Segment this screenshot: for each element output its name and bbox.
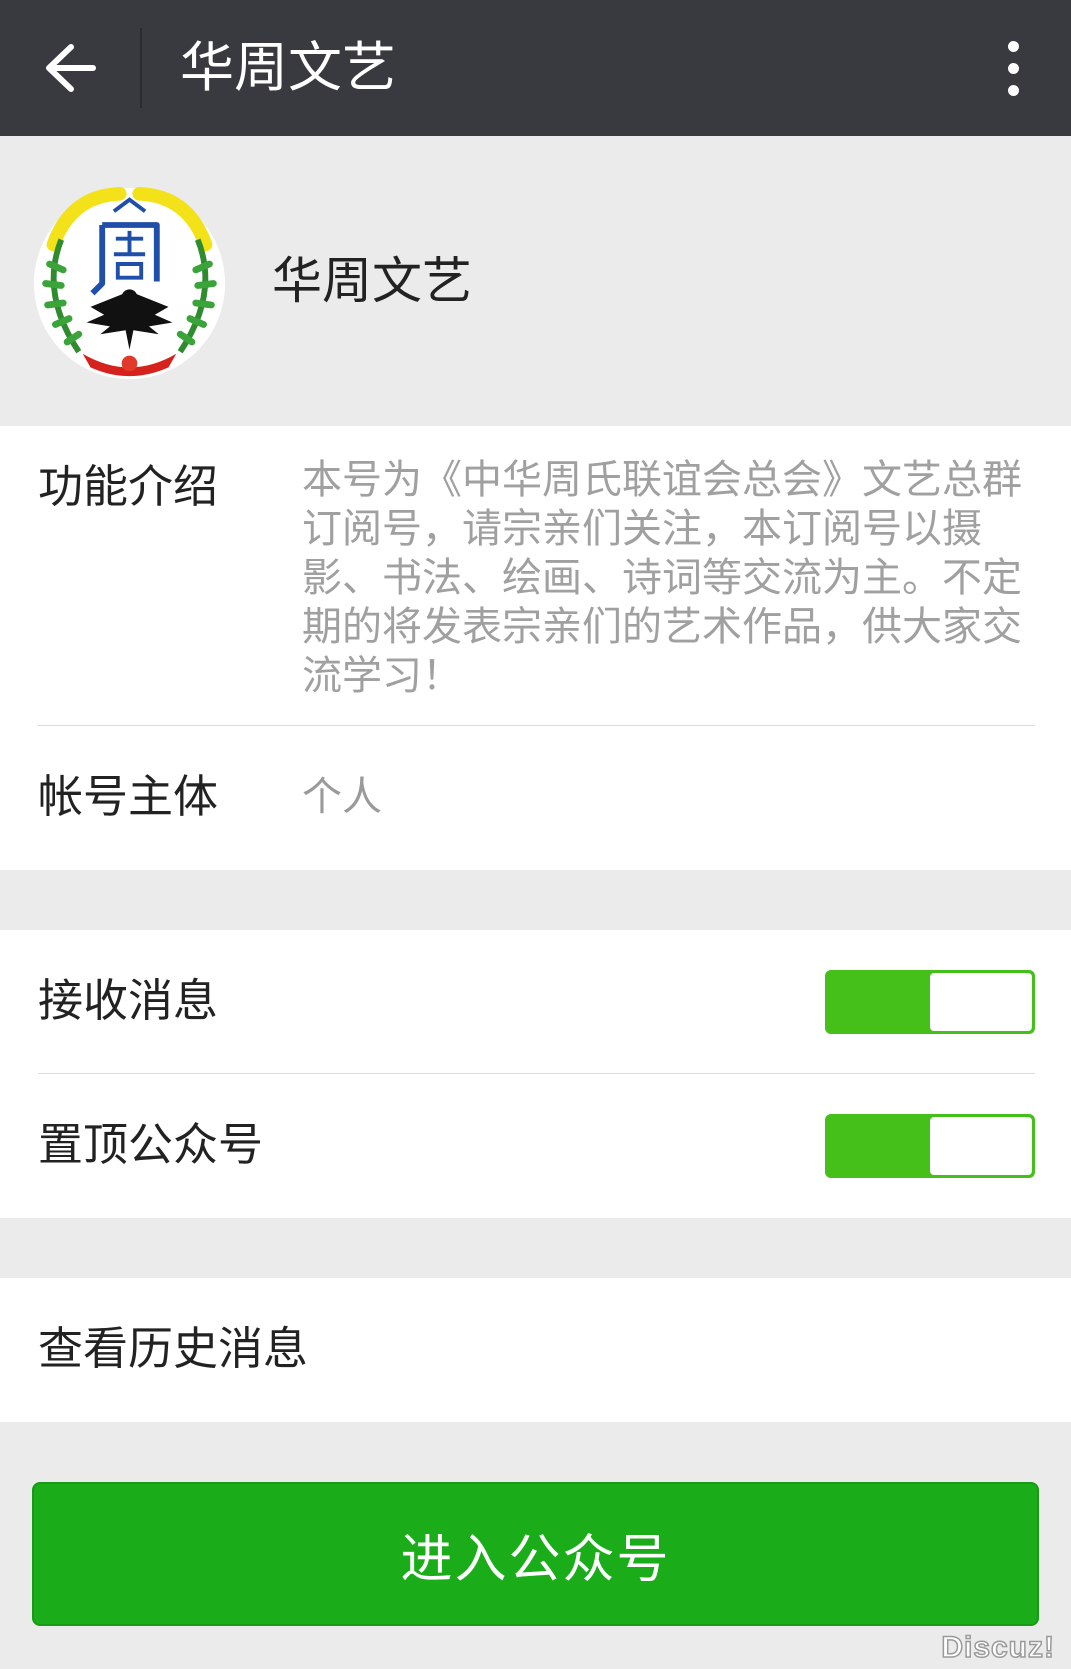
- watermark: Discuz!: [941, 1630, 1055, 1665]
- more-vertical-icon: [1007, 40, 1019, 52]
- page-title: 华周文艺: [180, 36, 396, 99]
- profile-header: 华周文艺: [0, 136, 1071, 426]
- arrow-left-icon: [46, 44, 96, 92]
- topbar-divider: [140, 28, 142, 108]
- history-label: 查看历史消息: [38, 1322, 309, 1375]
- pin-account-label: 置顶公众号: [38, 1118, 264, 1171]
- account-name: 华周文艺: [272, 252, 472, 310]
- intro-text: 本号为《中华周氏联谊会总会》文艺总群订阅号，请宗亲们关注，本订阅号以摄影、书法、…: [302, 457, 1022, 699]
- more-button[interactable]: [985, 30, 1041, 106]
- receive-messages-label: 接收消息: [38, 974, 219, 1027]
- info-card: 功能介绍 本号为《中华周氏联谊会总会》文艺总群订阅号，请宗亲们关注，本订阅号以摄…: [0, 426, 1071, 870]
- toggle-knob: [930, 1117, 1032, 1175]
- intro-label: 功能介绍: [38, 460, 219, 513]
- owner-label: 帐号主体: [38, 770, 219, 823]
- pin-account-toggle[interactable]: [825, 1114, 1035, 1178]
- owner-value: 个人: [302, 774, 382, 820]
- settings-card: 接收消息 置顶公众号: [0, 930, 1071, 1218]
- back-button[interactable]: [30, 30, 110, 106]
- history-row[interactable]: 查看历史消息: [0, 1278, 1071, 1422]
- avatar[interactable]: [32, 186, 227, 381]
- enter-account-button[interactable]: 进入公众号: [32, 1482, 1039, 1626]
- divider: [38, 725, 1035, 726]
- divider: [38, 1073, 1035, 1074]
- toggle-knob: [930, 973, 1032, 1031]
- receive-messages-toggle[interactable]: [825, 970, 1035, 1034]
- top-bar: 华周文艺: [0, 0, 1071, 136]
